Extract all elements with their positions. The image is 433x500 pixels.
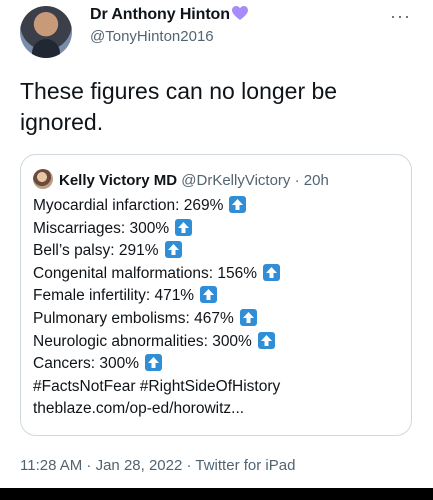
quoted-line-text: Miscarriages: 300% [33,219,170,237]
quoted-line: Miscarriages: 300% [33,218,280,241]
quoted-line: Congenital malformations: 156% [33,263,281,286]
quoted-line-text: Neurologic abnormalities: 300% [33,332,252,350]
quoted-line: Female infertility: 471% [33,285,280,308]
up-arrow-icon [164,241,182,259]
up-arrow-icon [239,308,257,326]
quoted-line: Neurologic abnormalities: 300% [33,331,280,354]
up-arrow-icon [229,196,247,213]
quoted-line: Cancers: 300% [33,353,280,376]
quoted-tweet-body: Myocardial infarction: 269% Miscarriages:… [33,195,280,421]
quoted-author-avatar[interactable] [33,169,53,189]
quoted-line[interactable]: #FactsNotFear #RightSideOfHistory [33,376,280,399]
tweet-timestamp[interactable]: 11:28 AM · Jan 28, 2022 · Twitter for iP… [20,457,295,474]
author-name[interactable]: Dr Anthony Hinton [90,6,230,23]
quoted-tweet[interactable]: Kelly Victory MD @DrKellyVictory · 20h M… [20,154,412,436]
author-name-row[interactable]: Dr Anthony Hinton [90,6,248,26]
quoted-line[interactable]: theblaze.com/op-ed/horowitz... [33,398,280,421]
quoted-time[interactable]: 20h [304,172,329,189]
quoted-line-text: Cancers: 300% [33,355,139,373]
quoted-line-text: Myocardial infarction: 269% [33,197,224,214]
quoted-line: Myocardial infarction: 269% [33,195,280,218]
quoted-line: Pulmonary embolisms: 467% [33,308,280,331]
up-arrow-icon [257,331,275,349]
up-arrow-icon [175,218,193,236]
quoted-separator: · [294,172,300,189]
more-options-icon[interactable]: ··· [390,6,411,27]
quoted-line-text: Congenital malformations: 156% [33,264,258,282]
up-arrow-icon [263,263,281,281]
quoted-line-text: #FactsNotFear #RightSideOfHistory [33,377,281,395]
quoted-author-name[interactable]: Kelly Victory MD [59,172,177,189]
author-avatar[interactable] [20,6,72,58]
quoted-line-text: Pulmonary embolisms: 467% [33,309,234,327]
quoted-line: Bell’s palsy: 291% [33,240,280,263]
tweet-text: These figures can no longer be ignored. [20,78,338,135]
author-handle[interactable]: @TonyHinton2016 [90,28,214,45]
quoted-line-text: theblaze.com/op-ed/horowitz... [33,400,245,418]
purple-heart-icon [231,6,248,26]
up-arrow-icon [144,354,162,372]
quoted-author-handle[interactable]: @DrKellyVictory [181,172,290,189]
bottom-bar [0,488,433,500]
quoted-line-text: Female infertility: 471% [33,287,195,305]
quoted-tweet-header: Kelly Victory MD @DrKellyVictory · 20h [33,169,329,189]
up-arrow-icon [200,286,218,304]
quoted-line-text: Bell’s palsy: 291% [33,242,159,260]
